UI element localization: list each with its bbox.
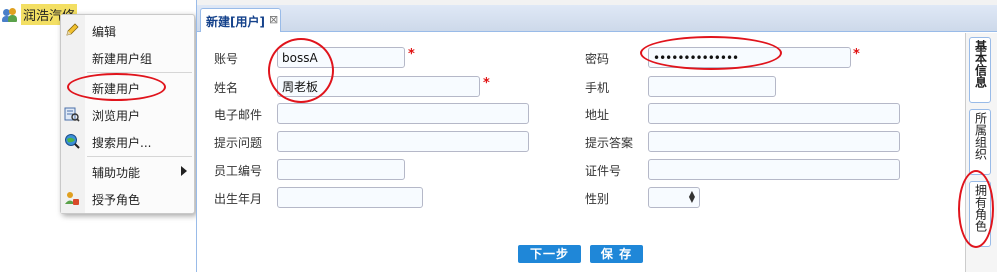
menu-item-label: 新建用户组 xyxy=(92,52,153,66)
tab-roles[interactable]: 拥有角色 xyxy=(969,181,991,247)
side-tabs: 基本信息 所属组织 拥有角色 xyxy=(965,33,997,272)
tab-new-user[interactable]: 新建[用户] ⊠ xyxy=(200,8,281,32)
email-field[interactable] xyxy=(277,103,529,124)
hint-question-field[interactable] xyxy=(277,131,529,152)
id-no-field[interactable] xyxy=(648,159,900,180)
menu-item-label: 授予角色 xyxy=(92,193,141,207)
user-form: 账号 * 密码 * 姓名 * 手机 电子邮件 地址 提示问题 提示答案 员工编号… xyxy=(197,33,961,272)
close-icon[interactable]: ⊠ xyxy=(269,13,278,26)
hint-answer-field[interactable] xyxy=(648,131,900,152)
menu-item-new-user-group[interactable]: 新建用户组 xyxy=(61,45,194,69)
gender-label: 性别 xyxy=(585,192,610,206)
password-field[interactable] xyxy=(648,47,851,68)
id-no-label: 证件号 xyxy=(585,164,622,178)
required-mark: * xyxy=(483,76,490,91)
menu-separator xyxy=(87,72,192,73)
tab-strip: 新建[用户] ⊠ xyxy=(197,5,997,32)
new-user-dialog: 新建[用户] ⊠ 账号 * 密码 * 姓名 * 手机 电子邮件 地址 提示问题 … xyxy=(196,0,997,272)
select-arrows-icon: ▲ ▼ xyxy=(688,189,695,204)
submenu-arrow-icon xyxy=(181,166,187,176)
required-mark: * xyxy=(853,47,860,62)
context-menu: 编辑 新建用户组 新建用户 浏览用户 搜索用户... 辅助功能 授予角色 xyxy=(60,14,195,214)
menu-item-assist[interactable]: 辅助功能 xyxy=(61,159,194,183)
name-label: 姓名 xyxy=(214,81,239,95)
tab-organization[interactable]: 所属组织 xyxy=(969,109,991,175)
menu-item-browse-users[interactable]: 浏览用户 xyxy=(61,102,194,126)
account-field[interactable] xyxy=(277,47,405,68)
password-label: 密码 xyxy=(585,52,610,66)
menu-item-new-user[interactable]: 新建用户 xyxy=(61,75,194,99)
employee-no-label: 员工编号 xyxy=(214,164,263,178)
side-tab-label: 所属组织 xyxy=(973,112,988,160)
gender-select[interactable]: ▲ ▼ xyxy=(648,187,700,208)
users-group-icon xyxy=(2,7,18,23)
next-step-button[interactable]: 下一步 xyxy=(518,245,581,263)
menu-item-label: 浏览用户 xyxy=(92,109,141,123)
account-label: 账号 xyxy=(214,52,239,66)
side-tab-label: 拥有角色 xyxy=(973,184,988,232)
menu-item-search-users[interactable]: 搜索用户... xyxy=(61,129,194,153)
employee-no-field[interactable] xyxy=(277,159,405,180)
tab-title: 新建[用户] xyxy=(206,15,265,29)
side-tab-label: 基本信息 xyxy=(973,40,988,88)
menu-item-label: 搜索用户... xyxy=(92,136,152,150)
browse-icon xyxy=(64,107,80,122)
menu-item-grant-role[interactable]: 授予角色 xyxy=(61,186,194,210)
address-label: 地址 xyxy=(585,108,610,122)
address-field[interactable] xyxy=(648,103,900,124)
required-mark: * xyxy=(408,47,415,62)
menu-separator xyxy=(87,156,192,157)
menu-item-label: 辅助功能 xyxy=(92,166,141,180)
role-icon xyxy=(65,192,79,205)
tab-basic-info[interactable]: 基本信息 xyxy=(969,37,991,103)
phone-label: 手机 xyxy=(585,81,610,95)
phone-field[interactable] xyxy=(648,76,776,97)
pencil-icon xyxy=(66,23,79,36)
menu-item-label: 编辑 xyxy=(92,25,117,39)
hint-question-label: 提示问题 xyxy=(214,136,263,150)
menu-item-label: 新建用户 xyxy=(92,82,141,96)
save-button[interactable]: 保 存 xyxy=(590,245,643,263)
birth-field[interactable] xyxy=(277,187,423,208)
search-globe-icon xyxy=(65,134,80,149)
email-label: 电子邮件 xyxy=(214,108,263,122)
menu-item-edit[interactable]: 编辑 xyxy=(61,18,194,42)
birth-label: 出生年月 xyxy=(214,192,263,206)
name-field[interactable] xyxy=(277,76,480,97)
hint-answer-label: 提示答案 xyxy=(585,136,634,150)
